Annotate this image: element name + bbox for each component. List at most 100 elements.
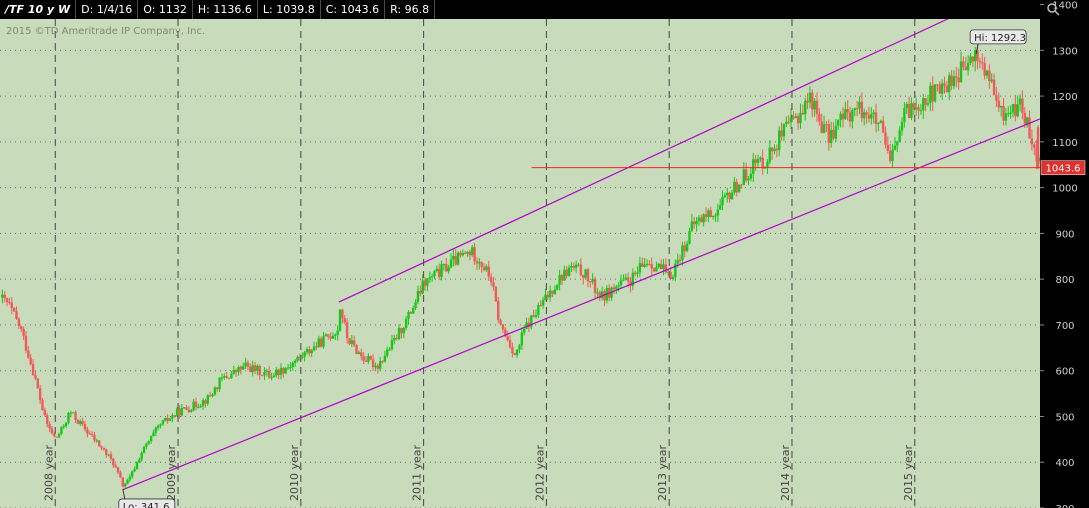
candle-body [898, 130, 901, 142]
candle-body [778, 130, 781, 151]
candle-body [412, 308, 415, 314]
candle-body [740, 184, 743, 186]
year-label: 2015 year [902, 444, 915, 501]
candle-body [230, 373, 233, 379]
candle-body [69, 412, 73, 414]
candle-body [851, 109, 854, 122]
candle-body [270, 376, 273, 378]
candle-body [459, 252, 462, 256]
candle-body [246, 362, 250, 367]
year-label: 2009 year [165, 444, 178, 501]
candle-body [799, 112, 802, 124]
candle-body [966, 63, 970, 71]
candle-body [279, 367, 283, 375]
candle-body [135, 462, 139, 470]
candle-body [17, 318, 21, 327]
open-field: O: 1132 [138, 0, 193, 19]
symbol-label[interactable]: /TF 10 y W [0, 0, 77, 19]
candle-body [591, 278, 594, 282]
candle-body [910, 103, 913, 118]
candle-body [801, 112, 805, 115]
candle-body [74, 412, 77, 420]
candle-body [780, 130, 783, 137]
candle-body [1030, 138, 1034, 145]
candle-body [870, 114, 873, 119]
candle-body [985, 70, 989, 76]
candle-body [860, 101, 864, 119]
candle-body [485, 266, 488, 271]
candle-body [338, 309, 342, 331]
range-field: R: 96.8 [385, 0, 436, 19]
candle-body [572, 266, 575, 268]
y-tick-label: 1300 [1052, 46, 1077, 57]
candle-body [367, 356, 370, 362]
candle-body [46, 415, 49, 425]
candle-body [322, 336, 325, 347]
candle-body [785, 121, 788, 125]
candle-body [685, 243, 689, 252]
candle-body [298, 356, 302, 358]
candle-body [848, 112, 852, 122]
candle-body [38, 388, 42, 401]
candle-body [414, 302, 417, 309]
candle-body [733, 181, 736, 193]
candle-body [416, 290, 420, 303]
candle-body [1, 294, 4, 298]
candle-body [867, 114, 871, 119]
candle-body [957, 77, 960, 83]
candle-body [3, 294, 6, 298]
candle-body [711, 215, 715, 218]
candle-body [1009, 112, 1012, 114]
candle-body [218, 377, 221, 390]
candle-body [773, 148, 776, 152]
candle-body [641, 263, 644, 267]
candle-body [8, 301, 11, 303]
candle-body [142, 446, 146, 453]
candle-body [841, 113, 845, 120]
candle-body [79, 421, 82, 424]
candle-body [445, 264, 448, 272]
candle-body [865, 112, 868, 115]
candle-body [978, 60, 982, 63]
candle-body [293, 360, 297, 363]
close-field: C: 1043.6 [321, 0, 386, 19]
candle-body [62, 425, 65, 427]
candle-body [397, 328, 401, 340]
candle-body [388, 349, 391, 351]
candle-body [508, 340, 512, 348]
candle-body [827, 124, 831, 144]
candle-body [891, 149, 894, 161]
candle-body [93, 434, 96, 441]
candle-body [832, 129, 835, 139]
candle-body [437, 268, 441, 277]
low-field: L: 1039.8 [258, 0, 321, 19]
candle-body [284, 368, 287, 374]
magnifier-icon[interactable] [1046, 2, 1060, 16]
candle-body [430, 276, 434, 278]
candle-body [305, 349, 309, 353]
candle-body [487, 266, 490, 277]
candle-body [556, 284, 559, 290]
candle-body [331, 335, 335, 339]
candle-body [990, 79, 993, 82]
candle-body [520, 332, 524, 346]
candle-body [390, 340, 394, 350]
candle-body [917, 107, 920, 111]
candle-body [1014, 104, 1017, 117]
candle-body [449, 259, 453, 268]
candle-body [192, 401, 195, 411]
candle-body [992, 79, 996, 96]
candle-body [468, 251, 472, 256]
candle-body [563, 269, 566, 281]
candle-body [872, 112, 875, 115]
candle-body [775, 148, 779, 151]
candle-body [515, 349, 519, 356]
candle-body [837, 119, 840, 126]
candle-body [190, 410, 193, 412]
candle-body [813, 100, 816, 110]
candle-body [839, 113, 842, 120]
candle-body [213, 387, 217, 395]
candle-body [404, 318, 408, 329]
candle-body [707, 210, 710, 218]
candle-body [874, 112, 878, 124]
